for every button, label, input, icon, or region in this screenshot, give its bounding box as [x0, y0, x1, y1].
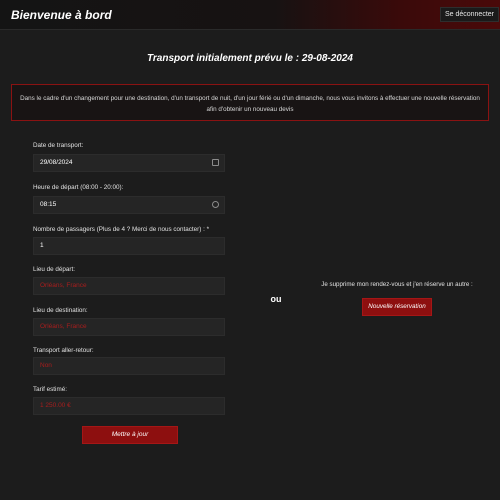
departure-label: Lieu de départ:	[33, 266, 76, 273]
round-trip-label: Transport aller-retour:	[33, 347, 94, 354]
price-value: 1 250.00 €	[40, 402, 71, 409]
round-trip-field: Non	[33, 357, 225, 375]
date-label: Date de transport:	[33, 142, 84, 149]
price-field: 1 250.00 €	[33, 397, 225, 415]
logout-button[interactable]: Se déconnecter	[439, 7, 499, 22]
top-bar: Bienvenue à bord Se déconnecter	[0, 0, 500, 30]
round-trip-value: Non	[40, 362, 52, 369]
time-value: 08:15	[40, 201, 57, 208]
departure-value: Orléans, France	[40, 282, 87, 289]
price-label: Tarif estimé:	[33, 386, 67, 393]
update-button[interactable]: Mettre à jour	[82, 426, 178, 444]
passengers-input[interactable]: 1	[33, 237, 225, 255]
clock-icon[interactable]	[212, 201, 219, 208]
calendar-icon[interactable]	[212, 159, 219, 166]
page-title: Transport initialement prévu le : 29-08-…	[146, 53, 353, 64]
destination-value: Orléans, France	[40, 323, 87, 330]
date-input[interactable]: 29/08/2024	[33, 154, 225, 172]
time-label: Heure de départ (08:00 - 20:00):	[33, 184, 124, 191]
date-value: 29/08/2024	[40, 159, 73, 166]
new-booking-button[interactable]: Nouvelle réservation	[362, 298, 432, 316]
departure-field: Orléans, France	[33, 277, 225, 295]
or-separator: ou	[270, 294, 282, 304]
destination-field: Orléans, France	[33, 318, 225, 336]
info-alert: Dans le cadre d'un changement pour une d…	[11, 84, 489, 121]
time-input[interactable]: 08:15	[33, 196, 225, 214]
rebook-text: Je supprime mon rendez-vous et j'en rése…	[321, 281, 473, 288]
passengers-label: Nombre de passagers (Plus de 4 ? Merci d…	[33, 226, 210, 233]
brand-title: Bienvenue à bord	[11, 8, 112, 22]
destination-label: Lieu de destination:	[33, 307, 88, 314]
passengers-value: 1	[40, 242, 44, 249]
